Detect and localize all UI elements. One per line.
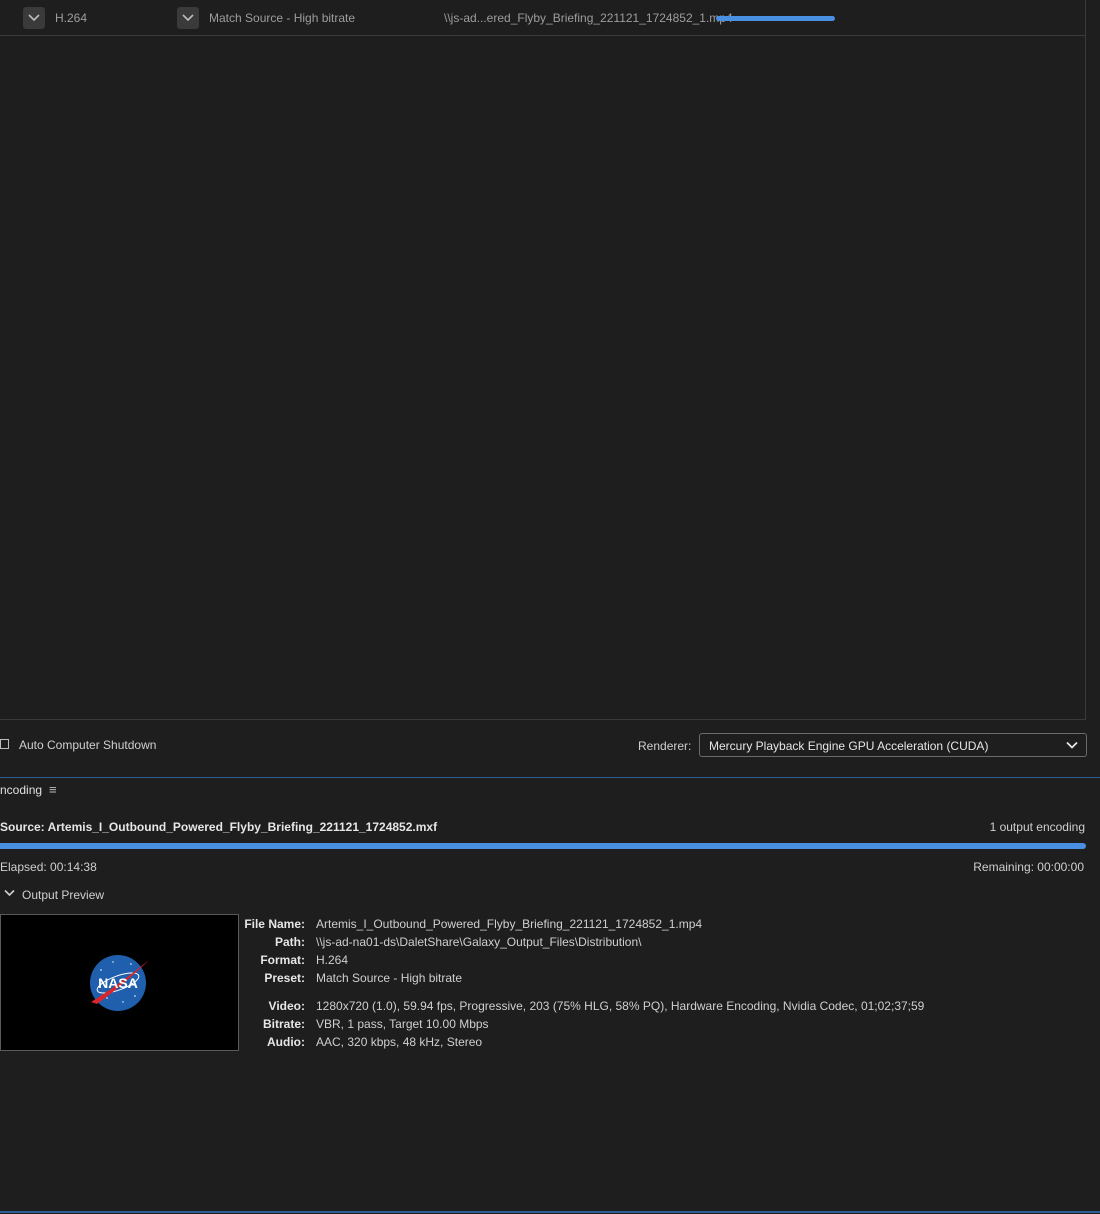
output-count: 1 output encoding xyxy=(989,820,1085,834)
encoding-progress-bar xyxy=(0,843,1086,849)
video-label: Video: xyxy=(268,999,305,1013)
format-detail-value: H.264 xyxy=(316,953,349,967)
auto-shutdown-checkbox[interactable] xyxy=(0,739,9,749)
queue-panel xyxy=(0,0,1086,720)
renderer-value: Mercury Playback Engine GPU Acceleration… xyxy=(709,739,989,753)
video-value: 1280x720 (1.0), 59.94 fps, Progressive, … xyxy=(316,999,925,1013)
chevron-down-icon xyxy=(182,14,194,22)
path-value: \\js-ad-na01-ds\DaletShare\Galaxy_Output… xyxy=(316,935,642,949)
elapsed-time: Elapsed: 00:14:38 xyxy=(0,860,97,874)
bitrate-label: Bitrate: xyxy=(262,1017,305,1031)
preset-label: Preset: xyxy=(264,971,305,985)
chevron-down-icon xyxy=(1066,741,1078,749)
preset-dropdown-button[interactable] xyxy=(177,7,199,29)
preset-value: Match Source - High bitrate xyxy=(209,11,356,25)
bitrate-value: VBR, 1 pass, Target 10.00 Mbps xyxy=(316,1017,489,1031)
panel-divider xyxy=(0,777,1100,778)
file-name-label: File Name: xyxy=(244,917,305,931)
format-dropdown-button[interactable] xyxy=(23,7,45,29)
output-file-link[interactable]: \\js-ad...ered_Flyby_Briefing_221121_172… xyxy=(444,11,733,25)
encoding-tab[interactable]: ncoding xyxy=(0,783,42,797)
nasa-logo-icon: NASA xyxy=(90,955,149,1011)
audio-label: Audio: xyxy=(267,1035,305,1049)
auto-shutdown-label[interactable]: Auto Computer Shutdown xyxy=(19,738,156,752)
source-name: Source: Artemis_I_Outbound_Powered_Flyby… xyxy=(0,820,438,834)
format-label: Format: xyxy=(260,953,305,967)
svg-text:NASA: NASA xyxy=(98,975,138,991)
chevron-down-icon xyxy=(28,14,40,22)
renderer-select[interactable]: Mercury Playback Engine GPU Acceleration… xyxy=(699,733,1087,757)
file-name-value: Artemis_I_Outbound_Powered_Flyby_Briefin… xyxy=(316,917,703,931)
path-label: Path: xyxy=(275,935,305,949)
bottom-divider xyxy=(0,1211,1100,1213)
audio-value: AAC, 320 kbps, 48 kHz, Stereo xyxy=(316,1035,483,1049)
row-progress-bar xyxy=(716,16,835,21)
output-preview-toggle[interactable]: Output Preview xyxy=(22,888,104,902)
preset-detail-value: Match Source - High bitrate xyxy=(316,971,463,985)
format-value: H.264 xyxy=(55,11,88,25)
chevron-down-icon[interactable] xyxy=(4,889,15,897)
queue-row[interactable]: H.264 Match Source - High bitrate \\js-a… xyxy=(0,0,1086,36)
panel-menu-icon[interactable]: ≡ xyxy=(49,782,57,797)
remaining-time: Remaining: 00:00:00 xyxy=(973,860,1084,874)
renderer-label: Renderer: xyxy=(638,739,692,753)
